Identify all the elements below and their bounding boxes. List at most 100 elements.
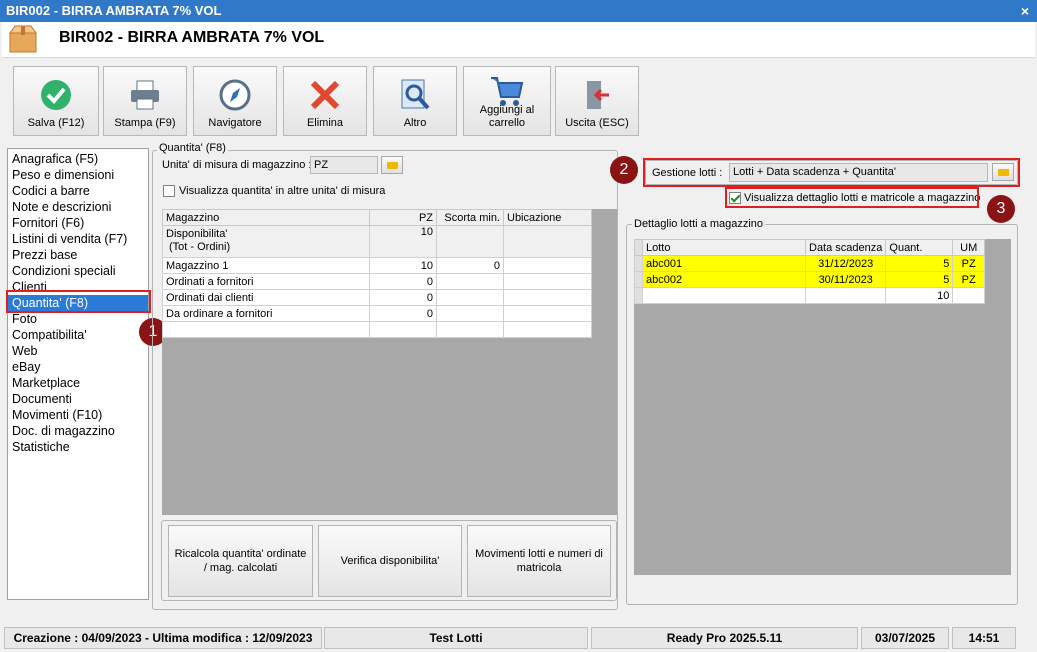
table-cell: Da ordinare a fornitori	[162, 305, 370, 322]
um-label: Unita' di misura di magazzino :	[162, 159, 312, 171]
lot-row[interactable]: abc002 30/11/2023 5 PZ	[634, 271, 985, 288]
table-row[interactable]: Da ordinare a fornitori 0	[162, 305, 592, 322]
window-title: BIR002 - BIRRA AMBRATA 7% VOL	[6, 3, 222, 18]
annotation-box-1	[6, 290, 151, 313]
menu-item[interactable]: Fornitori (F6)	[8, 215, 148, 231]
table-cell	[436, 225, 504, 258]
table-row[interactable]	[162, 321, 592, 338]
show-other-units-checkbox[interactable]	[163, 185, 175, 197]
menu-item[interactable]: Doc. di magazzino	[8, 423, 148, 439]
col-lotto[interactable]: Lotto	[642, 239, 806, 256]
menu-item[interactable]: Movimenti (F10)	[8, 407, 148, 423]
um-field[interactable]: PZ	[310, 156, 378, 174]
toolbar: Salva (F12) Stampa (F9) Navigatore Elimi…	[0, 60, 1037, 140]
col-quant[interactable]: Quant.	[885, 239, 954, 256]
status-dates: Creazione : 04/09/2023 - Ultima modifica…	[4, 627, 322, 649]
annotation-box-3	[725, 187, 979, 208]
delete-button[interactable]: Elimina	[283, 66, 367, 136]
lot-cell: PZ	[952, 255, 985, 272]
menu-item[interactable]: eBay	[8, 359, 148, 375]
table-cell: Ordinati dai clienti	[162, 289, 370, 306]
menu-item[interactable]: Note e descrizioni	[8, 199, 148, 215]
navigator-button[interactable]: Navigatore	[193, 66, 277, 136]
menu-item[interactable]: Codici a barre	[8, 183, 148, 199]
item-header: BIR002 - BIRRA AMBRATA 7% VOL	[2, 22, 1035, 58]
lot-total-row: 10	[634, 287, 985, 304]
table-row[interactable]: Ordinati a fornitori 0	[162, 273, 592, 290]
menu-item[interactable]: Marketplace	[8, 375, 148, 391]
printer-icon	[131, 80, 159, 110]
lot-grid: Lotto Data scadenza Quant. UM abc001 31/…	[634, 239, 1011, 575]
exit-label: Uscita (ESC)	[565, 117, 629, 129]
compass-icon	[219, 79, 251, 111]
disponibilita-cell: Disponibilita' (Tot - Ordini)	[162, 225, 370, 258]
lot-cell: 31/12/2023	[804, 255, 887, 272]
table-cell	[436, 305, 504, 322]
menu-item[interactable]: Listini di vendita (F7)	[8, 231, 148, 247]
more-label: Altro	[403, 117, 427, 129]
menu-item[interactable]: Condizioni speciali	[8, 263, 148, 279]
more-button[interactable]: Altro	[373, 66, 457, 136]
table-cell	[503, 257, 592, 274]
table-cell	[503, 289, 592, 306]
table-cell: 0	[436, 257, 504, 274]
table-cell: Magazzino 1	[162, 257, 370, 274]
quantity-group-label: Quantita' (F8)	[157, 142, 228, 154]
table-cell	[436, 273, 504, 290]
menu-item[interactable]: Peso e dimensioni	[8, 167, 148, 183]
recalc-button[interactable]: Ricalcola quantita' ordinate / mag. calc…	[168, 525, 313, 597]
lot-cell: abc001	[642, 255, 806, 272]
add-to-cart-label: Aggiungi al carrello	[479, 104, 535, 129]
stock-header-row: Magazzino PZ Scorta min. Ubicazione	[162, 209, 592, 226]
col-ubicazione[interactable]: Ubicazione	[503, 209, 592, 226]
table-cell	[503, 225, 592, 258]
col-data-scadenza[interactable]: Data scadenza	[804, 239, 887, 256]
lot-cell: 5	[885, 255, 954, 272]
show-other-units-label: Visualizza quantita' in altre unita' di …	[179, 185, 386, 197]
menu-item[interactable]: Compatibilita'	[8, 327, 148, 343]
exit-button[interactable]: Uscita (ESC)	[555, 66, 639, 136]
menu-item[interactable]: Foto	[8, 311, 148, 327]
print-button[interactable]: Stampa (F9)	[103, 66, 187, 136]
col-um[interactable]: UM	[952, 239, 985, 256]
lot-row[interactable]: abc001 31/12/2023 5 PZ	[634, 255, 985, 272]
check-availability-button[interactable]: Verifica disponibilita'	[318, 525, 462, 597]
package-icon	[9, 25, 37, 53]
table-row[interactable]: Ordinati dai clienti 0	[162, 289, 592, 306]
menu-item[interactable]: Web	[8, 343, 148, 359]
table-cell: 0	[369, 289, 437, 306]
lot-total: 10	[885, 287, 954, 304]
lot-header-row: Lotto Data scadenza Quant. UM	[634, 239, 985, 256]
disponibilita-line1: Disponibilita'	[166, 228, 228, 240]
um-folder-button[interactable]	[381, 156, 403, 174]
table-cell	[503, 273, 592, 290]
disponibilita-line2: (Tot - Ordini)	[169, 241, 231, 253]
col-magazzino[interactable]: Magazzino	[162, 209, 370, 226]
table-row[interactable]: Magazzino 1 10 0	[162, 257, 592, 274]
add-to-cart-button[interactable]: Aggiungi al carrello	[463, 66, 551, 136]
menu-item[interactable]: Prezzi base	[8, 247, 148, 263]
save-button[interactable]: Salva (F12)	[13, 66, 99, 136]
navigator-label: Navigatore	[208, 117, 262, 129]
lot-cell: 30/11/2023	[804, 271, 887, 288]
table-cell: 10	[369, 225, 437, 258]
menu-item[interactable]: Statistiche	[8, 439, 148, 455]
menu-item[interactable]: Documenti	[8, 391, 148, 407]
stock-grid: Magazzino PZ Scorta min. Ubicazione Disp…	[162, 209, 617, 515]
section-menu: Anagrafica (F5) Peso e dimensioni Codici a…	[7, 148, 149, 600]
table-row[interactable]: Disponibilita' (Tot - Ordini) 10	[162, 225, 592, 258]
print-label: Stampa (F9)	[114, 117, 176, 129]
lot-movements-button[interactable]: Movimenti lotti e numeri di matricola	[467, 525, 611, 597]
lot-cell: abc002	[642, 271, 806, 288]
col-scorta-min[interactable]: Scorta min.	[436, 209, 504, 226]
close-icon[interactable]: ×	[1021, 0, 1029, 22]
lot-detail-group-label: Dettaglio lotti a magazzino	[632, 218, 766, 230]
save-label: Salva (F12)	[27, 117, 85, 129]
menu-item[interactable]: Anagrafica (F5)	[8, 151, 148, 167]
magnifier-icon	[401, 79, 430, 110]
table-cell: 10	[369, 257, 437, 274]
table-cell: 0	[369, 273, 437, 290]
col-pz[interactable]: PZ	[369, 209, 437, 226]
lot-cell: 5	[885, 271, 954, 288]
status-version: Ready Pro 2025.5.11	[591, 627, 858, 649]
